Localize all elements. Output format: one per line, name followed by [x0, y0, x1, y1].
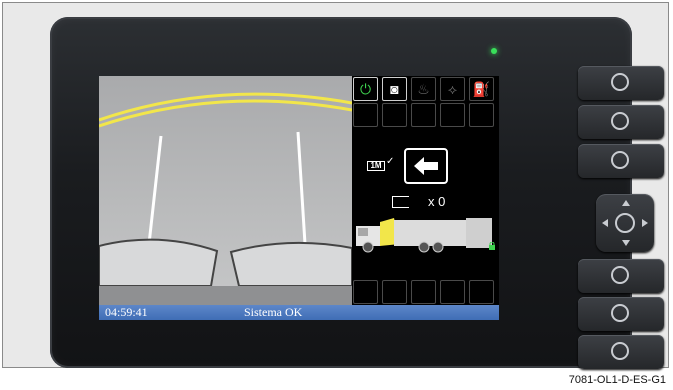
garbage-truck-icon — [356, 218, 492, 253]
navigation-dpad[interactable] — [596, 194, 654, 252]
empty-slot[interactable] — [469, 280, 494, 304]
empty-slot[interactable] — [469, 103, 494, 127]
camera-guide-lines — [99, 92, 352, 305]
status-time: 04:59:41 — [105, 305, 148, 319]
circle-icon — [611, 112, 629, 130]
power-icon[interactable]: ⏻ — [353, 77, 378, 101]
circle-icon — [611, 304, 629, 322]
indicator-label: 1M — [367, 161, 385, 171]
empty-slot[interactable] — [411, 280, 436, 304]
empty-slot[interactable] — [382, 103, 407, 127]
cycle-icon — [392, 196, 409, 208]
circle-icon — [611, 342, 629, 360]
fuel-icon[interactable]: ⛽ — [469, 77, 494, 101]
one-minute-indicator: 1M ✓ — [367, 156, 395, 172]
rear-camera-view — [99, 76, 352, 305]
control-panel: ⏻ ◙ ♨ ⟡ ⛽ 1M ✓ x 0 — [352, 76, 499, 305]
arrow-down-icon[interactable] — [622, 240, 630, 246]
empty-slot[interactable] — [440, 103, 465, 127]
side-button-6[interactable] — [578, 335, 664, 369]
lock-icon — [489, 242, 495, 250]
empty-slot[interactable] — [440, 280, 465, 304]
empty-slot[interactable] — [411, 103, 436, 127]
display-device: ⏻ ◙ ♨ ⟡ ⛽ 1M ✓ x 0 04:59:41 Sistema OK — [50, 17, 664, 369]
arrow-up-icon[interactable] — [622, 200, 630, 206]
empty-slot[interactable] — [353, 280, 378, 304]
empty-slot[interactable] — [382, 280, 407, 304]
wiper-icon[interactable]: ⟡ — [440, 77, 465, 101]
status-bar: 04:59:41 Sistema OK — [99, 305, 499, 320]
circle-icon — [611, 151, 629, 169]
side-button-2[interactable] — [578, 105, 664, 139]
power-led — [491, 48, 497, 54]
arrow-right-icon[interactable] — [642, 219, 648, 227]
figure-frame: ⏻ ◙ ♨ ⟡ ⛽ 1M ✓ x 0 04:59:41 Sistema OK — [2, 2, 669, 369]
counter-value: x 0 — [428, 194, 446, 209]
dpad-center-button[interactable] — [615, 213, 635, 233]
check-icon: ✓ — [386, 156, 395, 167]
side-button-5[interactable] — [578, 297, 664, 331]
beacon-light-icon[interactable]: ♨ — [411, 77, 436, 101]
cycle-counter: x 0 — [392, 193, 472, 209]
empty-slot[interactable] — [353, 103, 378, 127]
figure-caption: 7081-OL1-D-ES-G1 — [568, 374, 666, 386]
circle-icon — [611, 266, 629, 284]
left-arrow-button[interactable] — [404, 148, 448, 184]
side-button-column — [572, 31, 672, 382]
status-message: Sistema OK — [244, 305, 303, 319]
side-button-4[interactable] — [578, 259, 664, 293]
arrow-left-icon[interactable] — [602, 219, 608, 227]
face-camera-icon[interactable]: ◙ — [382, 77, 407, 101]
circle-icon — [611, 73, 629, 91]
display-screen: ⏻ ◙ ♨ ⟡ ⛽ 1M ✓ x 0 04:59:41 Sistema OK — [99, 76, 499, 320]
side-button-1[interactable] — [578, 66, 664, 100]
side-button-3[interactable] — [578, 144, 664, 178]
left-arrow-icon — [414, 157, 438, 175]
